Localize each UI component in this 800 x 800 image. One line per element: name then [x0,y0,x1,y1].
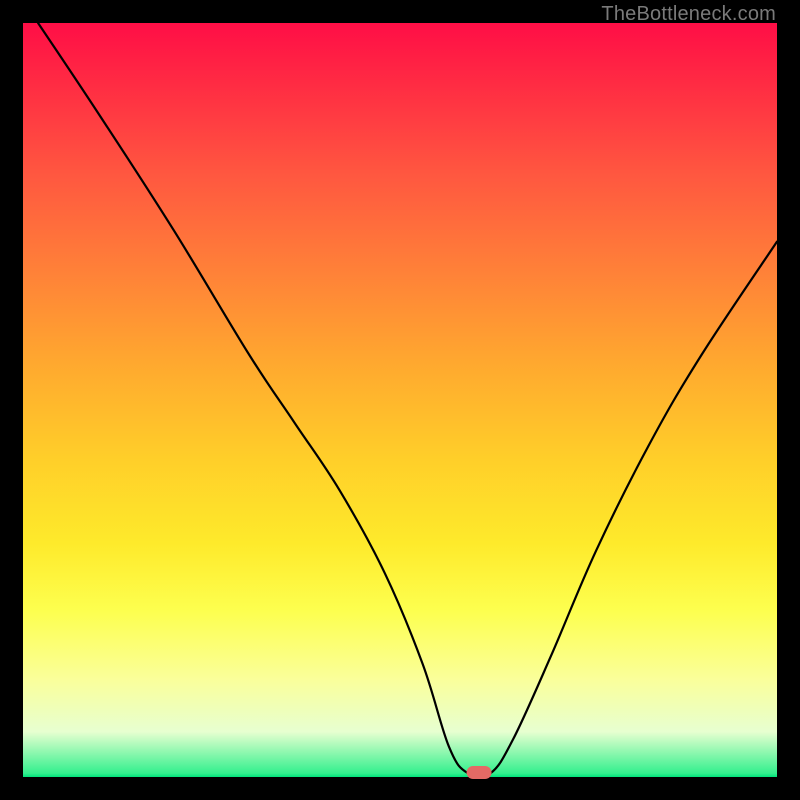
plot-area [23,23,777,777]
curve-layer [23,23,777,777]
optimal-point-marker [467,766,492,778]
bottleneck-curve [38,23,777,777]
chart-container: TheBottleneck.com [0,0,800,800]
